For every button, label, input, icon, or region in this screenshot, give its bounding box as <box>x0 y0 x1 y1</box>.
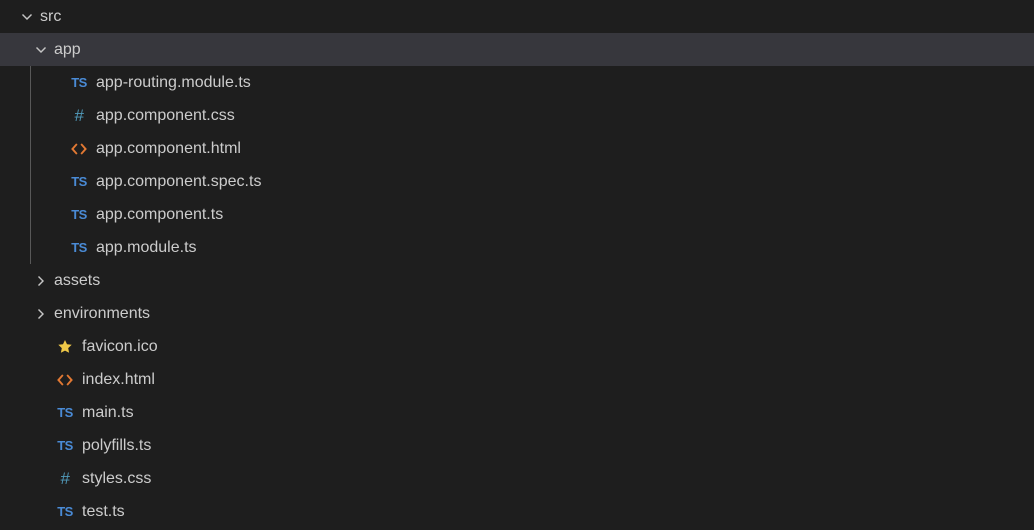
chevron-placeholder <box>30 402 52 424</box>
chevron-placeholder <box>30 435 52 457</box>
tree-item-label: app.component.html <box>96 140 241 158</box>
tree-item-label: app.component.ts <box>96 206 223 224</box>
tree-item-label: favicon.ico <box>82 338 158 356</box>
tree-item-label: index.html <box>82 371 155 389</box>
tree-item-label: app-routing.module.ts <box>96 74 251 92</box>
tree-folder-item[interactable]: src <box>0 0 1034 33</box>
tree-file-item[interactable]: # app.component.css <box>0 99 1034 132</box>
tree-file-item[interactable]: TS test.ts <box>0 495 1034 528</box>
chevron-placeholder <box>30 369 52 391</box>
tree-item-label: test.ts <box>82 503 125 521</box>
chevron-right-icon[interactable] <box>30 270 52 292</box>
chevron-down-icon[interactable] <box>30 39 52 61</box>
tree-item-label: src <box>40 8 61 26</box>
html-file-icon <box>54 371 76 389</box>
tree-item-label: styles.css <box>82 470 151 488</box>
tree-folder-item[interactable]: app <box>0 33 1034 66</box>
css-file-icon: # <box>68 106 90 126</box>
typescript-file-icon: TS <box>68 207 90 222</box>
tree-item-label: app <box>54 41 81 59</box>
chevron-placeholder <box>44 237 66 259</box>
chevron-placeholder <box>30 336 52 358</box>
chevron-placeholder <box>44 105 66 127</box>
chevron-right-icon[interactable] <box>30 303 52 325</box>
tree-folder-item[interactable]: assets <box>0 264 1034 297</box>
tree-item-label: app.module.ts <box>96 239 197 257</box>
tree-folder-item[interactable]: environments <box>0 297 1034 330</box>
tree-item-label: app.component.spec.ts <box>96 173 261 191</box>
typescript-file-icon: TS <box>68 75 90 90</box>
typescript-file-icon: TS <box>54 438 76 453</box>
typescript-file-icon: TS <box>54 504 76 519</box>
tree-file-item[interactable]: app.component.html <box>0 132 1034 165</box>
tree-file-item[interactable]: favicon.ico <box>0 330 1034 363</box>
tree-item-label: assets <box>54 272 100 290</box>
chevron-placeholder <box>44 171 66 193</box>
typescript-file-icon: TS <box>68 174 90 189</box>
tree-item-label: app.component.css <box>96 107 235 125</box>
typescript-file-icon: TS <box>54 405 76 420</box>
tree-file-item[interactable]: TS polyfills.ts <box>0 429 1034 462</box>
chevron-down-icon[interactable] <box>16 6 38 28</box>
tree-file-item[interactable]: TS main.ts <box>0 396 1034 429</box>
chevron-placeholder <box>30 468 52 490</box>
typescript-file-icon: TS <box>68 240 90 255</box>
tree-file-item[interactable]: TS app.module.ts <box>0 231 1034 264</box>
tree-file-item[interactable]: # styles.css <box>0 462 1034 495</box>
file-explorer-tree: src app TS app-routing.module.ts # app.compon… <box>0 0 1034 528</box>
favicon-file-icon <box>54 339 76 355</box>
tree-file-item[interactable]: TS app-routing.module.ts <box>0 66 1034 99</box>
tree-file-item[interactable]: TS app.component.spec.ts <box>0 165 1034 198</box>
tree-item-label: environments <box>54 305 150 323</box>
html-file-icon <box>68 140 90 158</box>
tree-item-label: polyfills.ts <box>82 437 151 455</box>
tree-file-item[interactable]: index.html <box>0 363 1034 396</box>
css-file-icon: # <box>54 469 76 489</box>
chevron-placeholder <box>30 501 52 523</box>
chevron-placeholder <box>44 72 66 94</box>
chevron-placeholder <box>44 138 66 160</box>
tree-item-label: main.ts <box>82 404 134 422</box>
chevron-placeholder <box>44 204 66 226</box>
tree-file-item[interactable]: TS app.component.ts <box>0 198 1034 231</box>
